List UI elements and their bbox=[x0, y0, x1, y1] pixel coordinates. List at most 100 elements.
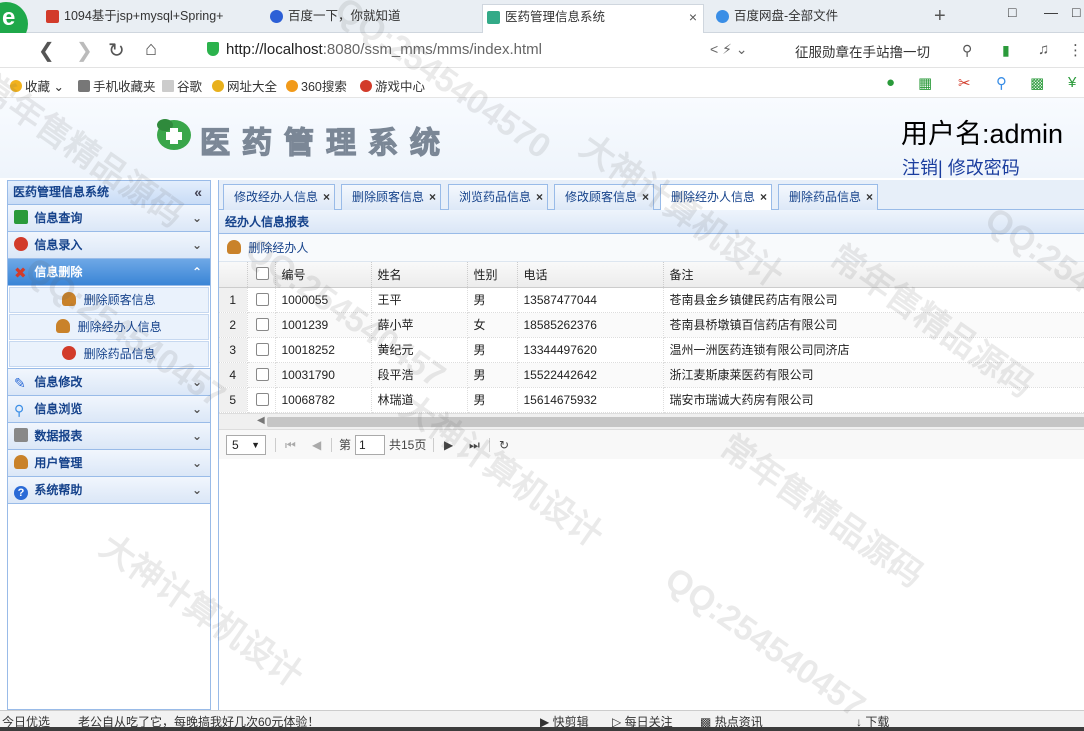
table-row[interactable]: 4 10031790 段平浩 男 15522442642 浙江麦斯康莱医药有限公… bbox=[219, 362, 1084, 388]
menu-icon[interactable]: ⋮ bbox=[1068, 41, 1083, 59]
battery-icon[interactable]: ▮ bbox=[1002, 42, 1010, 59]
new-tab-button[interactable]: + bbox=[934, 5, 946, 28]
row-checkbox[interactable] bbox=[247, 312, 276, 338]
table-row[interactable]: 3 10018252 黄纪元 男 13344497620 温州一洲医药连锁有限公… bbox=[219, 337, 1084, 363]
sidebar-section-browse[interactable]: ⚲ 信息浏览 ⌄ bbox=[8, 396, 210, 423]
tab-modify-customer[interactable]: 修改顾客信息 × bbox=[554, 184, 655, 210]
table-row[interactable]: 5 10068782 林瑞道 男 15614675932 瑞安市瑞诚大药房有限公… bbox=[219, 387, 1084, 413]
bookmark-games[interactable]: 游戏中心 bbox=[360, 76, 425, 95]
column-header-name[interactable]: 姓名 bbox=[371, 262, 468, 288]
page-size-select[interactable]: 5 ▼ bbox=[226, 434, 266, 455]
browser-tab-baidu[interactable]: 百度一下，你就知道 bbox=[266, 4, 466, 33]
last-page-icon[interactable]: ⏭ bbox=[469, 430, 480, 460]
bookmark-360[interactable]: 360搜索 bbox=[286, 76, 347, 95]
delete-agent-button[interactable]: 删除经办人 bbox=[227, 240, 308, 255]
url-field[interactable]: http://localhost:8080/ssm_mms/mms/index.… bbox=[226, 41, 542, 58]
browser-logo-icon[interactable]: e bbox=[0, 0, 30, 46]
sidebar-section-delete[interactable]: ✖ 信息删除 ⌃ bbox=[8, 259, 210, 286]
reload-icon[interactable]: ↻ bbox=[108, 38, 125, 63]
sidebar-section-modify[interactable]: ✎ 信息修改 ⌄ bbox=[8, 369, 210, 396]
scrollbar-thumb[interactable] bbox=[267, 416, 1084, 427]
minimize-icon[interactable]: — bbox=[1044, 4, 1058, 20]
sidebar-item-delete-customer[interactable]: 删除顾客信息 bbox=[9, 287, 209, 313]
tab-delete-agent[interactable]: 删除经办人信息 × bbox=[660, 184, 773, 210]
translate-icon[interactable]: ▦ bbox=[918, 74, 932, 92]
close-icon[interactable]: × bbox=[429, 185, 436, 209]
globe-icon bbox=[212, 80, 224, 92]
bookmark-favorites[interactable]: 收藏 ⌄ bbox=[10, 76, 64, 95]
select-all-checkbox[interactable] bbox=[247, 262, 276, 288]
refresh-icon[interactable]: ↻ bbox=[499, 430, 509, 460]
row-checkbox[interactable] bbox=[247, 362, 276, 388]
system-logo-text: 医药管理系统 bbox=[199, 125, 452, 161]
row-number: 2 bbox=[219, 312, 248, 338]
horizontal-scrollbar[interactable]: ◀ bbox=[219, 412, 1084, 429]
wechat-icon[interactable]: ● bbox=[886, 74, 895, 91]
cell-name: 段平浩 bbox=[371, 362, 468, 388]
back-icon[interactable]: ❮ bbox=[38, 38, 55, 63]
collapse-sidebar-icon[interactable]: « bbox=[194, 181, 202, 203]
share-icon[interactable]: < ⚡ ⌄ bbox=[710, 41, 748, 58]
change-password-link[interactable]: 修改密码 bbox=[948, 158, 1020, 178]
page-number-input[interactable]: 1 bbox=[355, 434, 385, 455]
tab-delete-customer[interactable]: 删除顾客信息 × bbox=[341, 184, 442, 210]
close-icon[interactable]: × bbox=[323, 185, 330, 209]
headphones-icon[interactable]: ♫ bbox=[1038, 41, 1049, 58]
user-icon bbox=[14, 455, 28, 469]
row-checkbox[interactable] bbox=[247, 287, 276, 313]
cell-id: 10018252 bbox=[275, 337, 372, 363]
bookmark-sites[interactable]: 网址大全 bbox=[212, 76, 277, 95]
gamepad-icon[interactable]: ▩ bbox=[1030, 74, 1044, 92]
forward-icon[interactable]: ❯ bbox=[76, 38, 93, 63]
sidebar-item-delete-agent[interactable]: 删除经办人信息 bbox=[9, 314, 209, 340]
column-header-remark[interactable]: 备注 bbox=[663, 262, 1084, 288]
column-header-gender[interactable]: 性别 bbox=[467, 262, 518, 288]
table-row[interactable]: 2 1001239 薛小苹 女 18585262376 苍南县桥墩镇百信药店有限… bbox=[219, 312, 1084, 338]
browser-tab-active[interactable]: 医药管理信息系统 × bbox=[482, 4, 704, 33]
row-checkbox[interactable] bbox=[247, 337, 276, 363]
logout-link[interactable]: 注销 bbox=[902, 158, 938, 178]
scissors-icon[interactable]: ✂ bbox=[958, 74, 971, 92]
column-header-id[interactable]: 编号 bbox=[275, 262, 372, 288]
close-icon[interactable]: × bbox=[866, 185, 873, 209]
page-icon bbox=[162, 80, 174, 92]
sidebar-section-query[interactable]: 信息查询 ⌄ bbox=[8, 205, 210, 232]
bookmark-mobile[interactable]: 手机收藏夹 bbox=[78, 76, 156, 95]
close-icon[interactable]: × bbox=[536, 185, 543, 209]
column-header-phone[interactable]: 电话 bbox=[517, 262, 664, 288]
next-page-icon[interactable]: ▶ bbox=[444, 430, 453, 460]
sidebar-section-help[interactable]: ? 系统帮助 ⌄ bbox=[8, 477, 210, 504]
pager-divider bbox=[275, 437, 276, 452]
browser-tab-project[interactable]: 1094基于jsp+mysql+Spring+ bbox=[42, 4, 238, 33]
sidebar-item-delete-drug[interactable]: 删除药品信息 bbox=[9, 341, 209, 367]
sidebar-section-entry[interactable]: 信息录入 ⌄ bbox=[8, 232, 210, 259]
shirt-icon[interactable]: □ bbox=[1008, 4, 1016, 20]
cell-gender: 男 bbox=[467, 287, 518, 313]
close-tab-icon[interactable]: × bbox=[689, 5, 697, 30]
search-icon[interactable]: ⚲ bbox=[962, 42, 972, 59]
first-page-icon[interactable]: ⏮ bbox=[285, 430, 296, 460]
cell-gender: 女 bbox=[467, 312, 518, 338]
close-icon[interactable]: × bbox=[642, 185, 649, 209]
sidebar-section-report[interactable]: 数据报表 ⌄ bbox=[8, 423, 210, 450]
bookmark-google[interactable]: 谷歌 bbox=[162, 76, 202, 95]
home-icon[interactable]: ⌂ bbox=[145, 38, 157, 61]
magnifier-icon[interactable]: ⚲ bbox=[996, 74, 1007, 92]
tab-modify-agent[interactable]: 修改经办人信息 × bbox=[223, 184, 336, 210]
close-icon[interactable]: × bbox=[760, 185, 767, 209]
yen-icon[interactable]: ¥ bbox=[1068, 74, 1076, 91]
tab-browse-drug[interactable]: 浏览药品信息 × bbox=[448, 184, 549, 210]
browser-tab-pan[interactable]: 百度网盘-全部文件 bbox=[712, 4, 912, 33]
scroll-left-icon[interactable]: ◀ bbox=[257, 415, 265, 426]
maximize-icon[interactable]: □ bbox=[1072, 4, 1080, 20]
sidebar-item-label: 删除顾客信息 bbox=[83, 293, 156, 307]
sidebar-section-users[interactable]: 用户管理 ⌄ bbox=[8, 450, 210, 477]
row-checkbox[interactable] bbox=[247, 387, 276, 413]
cell-remark: 瑞安市瑞诚大药房有限公司 bbox=[663, 387, 1084, 413]
tab-delete-drug[interactable]: 删除药品信息 × bbox=[778, 184, 879, 210]
sidebar-section-label: 信息修改 bbox=[34, 375, 83, 389]
table-row[interactable]: 1 1000055 王平 男 13587477044 苍南县金乡镇健民药店有限公… bbox=[219, 287, 1084, 313]
cell-name: 王平 bbox=[371, 287, 468, 313]
search-hint[interactable]: 征服勋章在手站撸一切 bbox=[795, 41, 930, 61]
prev-page-icon[interactable]: ◀ bbox=[312, 430, 321, 460]
